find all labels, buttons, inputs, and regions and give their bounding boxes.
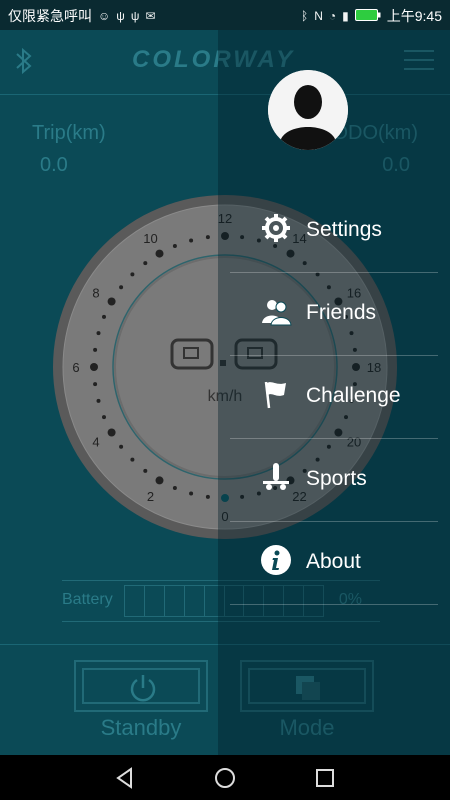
drawer-menu: Settings Friends Challenge Sports About [230,190,438,605]
speed-minor-tick [96,331,101,336]
status-bar: 仅限紧急呼叫 ☺ ψ ψ ✉ ᛒ N ◔ ▮ 上午9:45 [0,0,450,30]
speed-minor-tick [119,444,124,449]
friends-icon [262,300,292,326]
speed-major-tick [107,428,116,437]
speed-tick-label: 4 [92,435,99,450]
menu-item-label: Settings [306,218,382,241]
power-icon [130,675,156,702]
info-icon [261,545,291,575]
user-avatar-icon[interactable] [268,70,348,150]
speed-tick-label: 8 [92,286,99,301]
menu-item-about[interactable]: About [230,522,438,605]
usb-icon: ψ [130,9,140,23]
recents-icon[interactable] [314,767,336,789]
status-right: ᛒ N ◔ ▮ 上午9:45 [301,6,442,26]
speed-major-tick [107,297,116,306]
speed-minor-tick [189,491,194,496]
status-left: 仅限紧急呼叫 ☺ ψ ψ ✉ [8,6,155,26]
nfc-icon: N [314,9,323,23]
speed-minor-tick [102,415,106,420]
smiley-icon: ☺ [98,9,111,23]
speed-tick-label: 6 [72,360,79,375]
menu-item-label: Challenge [306,384,401,407]
standby-label[interactable]: Standby [74,715,208,741]
speed-minor-tick [189,238,194,243]
standby-button[interactable] [74,660,208,712]
system-nav-bar [0,755,450,800]
status-time: 上午9:45 [386,8,442,24]
signal-icon: ▮ [342,9,349,23]
mail-icon: ✉ [145,9,156,23]
menu-item-label: Sports [306,467,367,490]
speed-minor-tick [93,347,98,352]
trip-value: 0.0 [40,154,68,176]
trip-label: Trip(km) [32,122,106,144]
speed-minor-tick [93,382,98,387]
menu-item-label: Friends [306,301,377,324]
speed-minor-tick [172,244,177,248]
bluetooth-icon: ᛒ [301,9,309,23]
gear-icon [262,214,290,242]
usb-icon: ψ [116,9,125,23]
battery-label: Battery [62,591,113,608]
app-screen: COLORWAY Trip(km) 0.0 ODO(km) 0.0 024681… [0,30,450,755]
home-icon[interactable] [214,767,236,789]
status-text: 仅限紧急呼叫 [8,8,92,24]
speed-minor-tick [172,486,177,490]
speed-minor-tick [119,285,124,290]
menu-item-sports[interactable]: Sports [230,439,438,522]
bluetooth-icon[interactable] [12,46,36,76]
speed-minor-tick [205,235,210,240]
sports-icon [263,463,289,490]
speed-minor-tick [205,494,210,499]
flag-icon [264,381,286,409]
menu-item-settings[interactable]: Settings [230,190,438,273]
speed-tick-label: 10 [143,231,157,246]
menu-item-challenge[interactable]: Challenge [230,356,438,439]
speed-minor-tick [102,314,106,319]
speed-major-tick [155,249,164,258]
speed-minor-tick [143,468,148,473]
speed-tick-label: 2 [147,489,154,504]
menu-item-friends[interactable]: Friends [230,273,438,356]
back-icon[interactable] [114,767,136,789]
speed-minor-tick [96,398,101,403]
speed-minor-tick [143,261,148,266]
menu-item-label: About [306,550,361,573]
speed-minor-tick [130,272,135,277]
wifi-icon: ◔ [328,9,337,23]
battery-icon [354,8,381,24]
speed-minor-tick [130,457,135,462]
speed-major-tick [90,363,98,371]
speed-major-tick [155,476,164,485]
